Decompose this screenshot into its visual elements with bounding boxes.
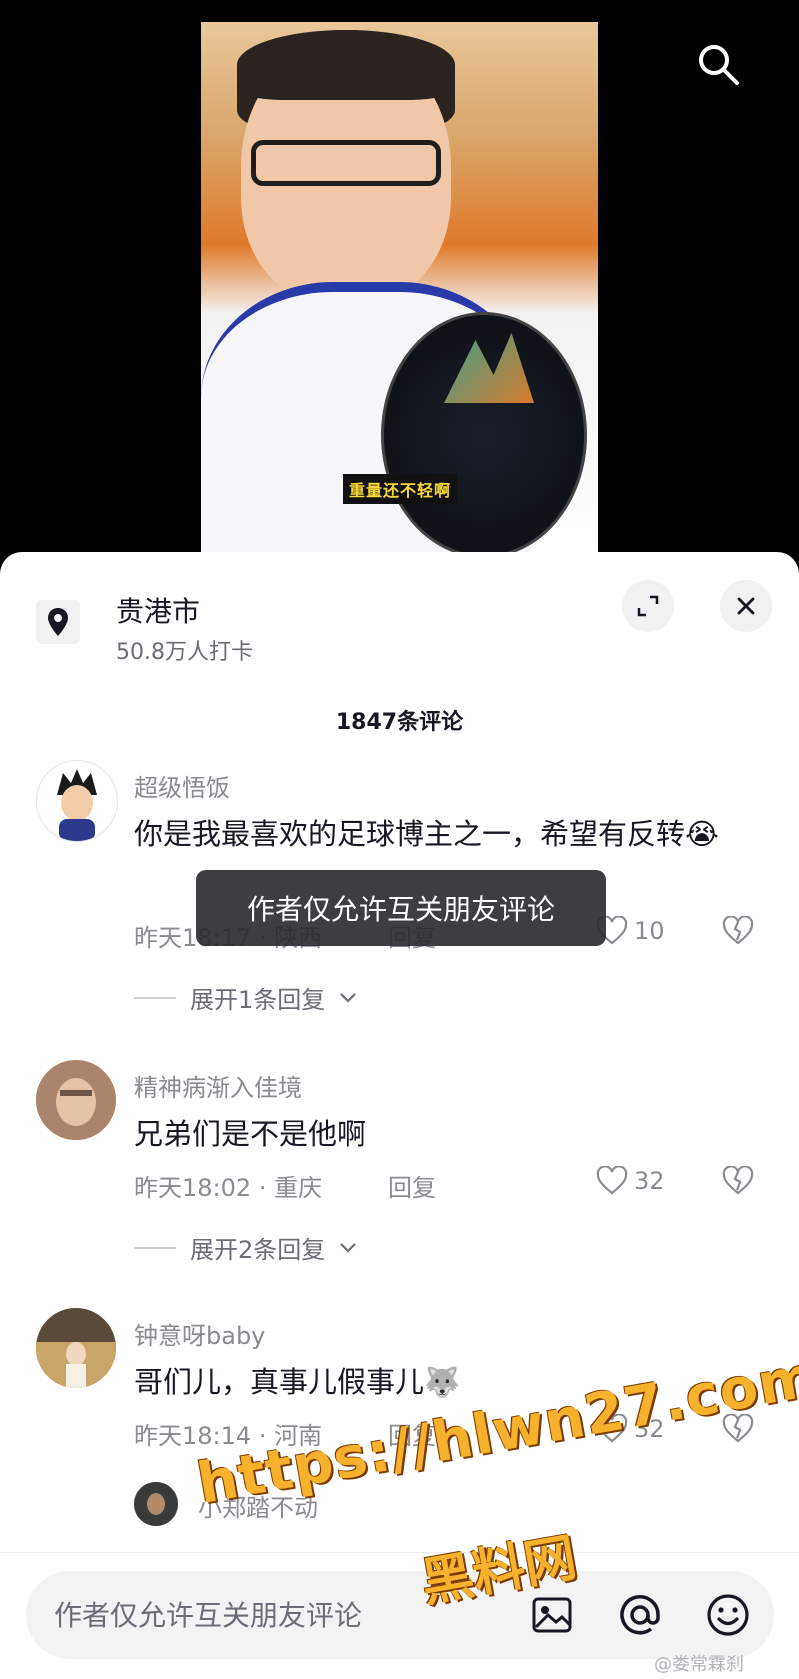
- reply-button[interactable]: 回复: [388, 1168, 436, 1203]
- expand-divider: [134, 996, 176, 999]
- meta-separator: ·: [258, 1174, 275, 1202]
- expand-sheet-button[interactable]: [622, 580, 674, 632]
- comment-username[interactable]: 钟意呀baby: [134, 1316, 265, 1351]
- chevron-down-icon: [340, 1242, 357, 1253]
- emoji-icon[interactable]: [704, 1591, 752, 1639]
- heart-icon: [596, 1166, 628, 1195]
- expand-replies-button[interactable]: 展开2条回复: [134, 1230, 357, 1265]
- avatar[interactable]: [36, 1308, 116, 1388]
- video-person-hair-top: [237, 30, 455, 100]
- video-trophy: [381, 312, 587, 552]
- weibo-watermark: @娄常霖刹: [654, 1654, 744, 1675]
- trophy-crystal: [444, 333, 534, 403]
- like-count: 32: [634, 1167, 665, 1195]
- avatar[interactable]: [36, 1060, 116, 1140]
- location-pin-icon[interactable]: [36, 600, 80, 644]
- expand-icon: [637, 595, 659, 617]
- comment-username[interactable]: 精神病渐入佳境: [134, 1068, 302, 1103]
- search-icon[interactable]: [694, 40, 742, 88]
- video-frame[interactable]: 重量还不轻啊: [201, 22, 598, 552]
- comment-time: 昨天18:02: [134, 1174, 252, 1202]
- avatar[interactable]: [36, 760, 118, 842]
- video-person-glasses: [251, 140, 441, 186]
- mention-icon[interactable]: [616, 1591, 664, 1639]
- avatar[interactable]: [134, 1482, 178, 1526]
- expand-divider: [134, 1246, 176, 1249]
- video-caption: 重量还不轻啊: [343, 474, 458, 504]
- comment-count: 1847条评论: [335, 710, 464, 735]
- like-button[interactable]: 32: [596, 1166, 665, 1196]
- chevron-down-icon: [340, 992, 357, 1003]
- image-icon[interactable]: [528, 1591, 576, 1639]
- comment-username[interactable]: 超级悟饭: [134, 768, 230, 803]
- comment-text: 你是我最喜欢的足球博主之一，希望有反转😭: [134, 817, 719, 851]
- like-button[interactable]: 10: [596, 916, 665, 946]
- toast-message: 作者仅允许互关朋友评论: [196, 870, 606, 946]
- location-checkins: 50.8万人打卡: [116, 640, 253, 665]
- close-icon: [737, 597, 755, 615]
- comment-text: 兄弟们是不是他啊: [134, 1117, 367, 1151]
- comment-region: 重庆: [274, 1174, 323, 1202]
- comment-sheet: 贵港市 50.8万人打卡 1847条评论 超级悟饭 你是我最喜欢的足球博主之一，…: [0, 552, 799, 1678]
- video-player[interactable]: 重量还不轻啊: [0, 0, 799, 560]
- expand-replies-label: 展开1条回复: [190, 986, 326, 1014]
- location-name[interactable]: 贵港市: [116, 590, 200, 630]
- like-count: 10: [634, 917, 665, 945]
- broken-heart-icon[interactable]: [722, 916, 754, 946]
- comment-meta: 昨天18:02 · 重庆: [134, 1168, 322, 1203]
- expand-replies-label: 展开2条回复: [190, 1236, 326, 1264]
- broken-heart-icon[interactable]: [722, 1166, 754, 1196]
- expand-replies-button[interactable]: 展开1条回复: [134, 980, 357, 1015]
- close-button[interactable]: [720, 580, 772, 632]
